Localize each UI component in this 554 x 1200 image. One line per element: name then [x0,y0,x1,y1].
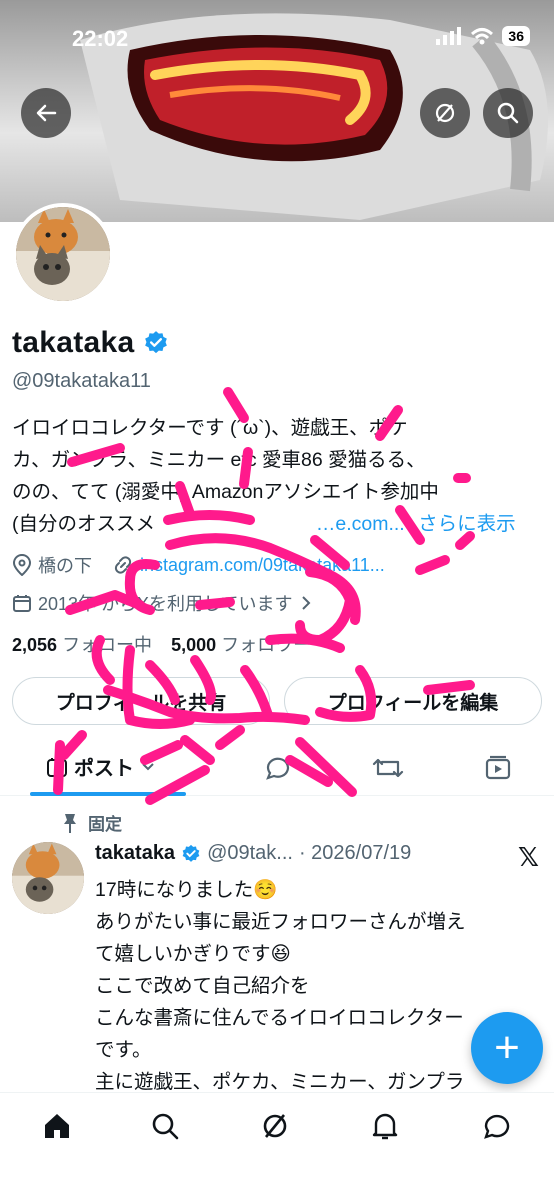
pin-icon [64,813,76,833]
notifications-icon[interactable] [370,1111,400,1141]
edit-profile-button[interactable]: プロフィールを編集 [284,677,542,725]
chevron-down-icon [142,762,154,770]
show-more-link[interactable]: さらに表示 [418,513,516,535]
cat-photo [12,842,84,914]
followers-link[interactable]: 5,000 フォロワー [171,635,311,655]
follow-counts: 2,056 フォロー中 5,000 フォロワー [12,631,311,657]
profile-name-row: takataka [12,326,169,360]
status-bar: 22:02 36 [0,22,554,52]
profile-website[interactable]: instagram.com/09takataka11... [140,555,385,576]
profile-tabs: ポスト [0,738,554,796]
cat-photo [16,207,110,301]
post-line: 17時になりました☺️ [95,879,278,901]
profile-joined: 2013年 からXを利用しています [38,594,293,614]
cellular-icon [436,27,462,45]
profile-meta-row: 橋の下 instagram.com/09takataka11... [12,552,385,578]
back-arrow-icon [36,104,57,122]
battery-indicator: 36 [502,26,530,46]
search-button[interactable] [483,88,533,138]
post-line: て嬉しいかぎりです😆 [95,943,291,965]
post-line: ここで改めて自己紹介を [95,975,310,997]
profile-bio: イロイロコレクターです (´ω`)、遊戯王、ポケ カ、ガンプラ、ミニカー etc… [12,412,542,540]
profile-joined-row: 2013年 からXを利用しています [12,590,313,616]
following-count: 2,056 [12,635,58,655]
pinned-label: 固定 [88,815,122,834]
grok-icon [435,103,455,123]
compose-button[interactable]: + [471,1012,543,1084]
share-profile-button[interactable]: プロフィールを共有 [12,677,270,725]
post-text[interactable]: 17時になりました☺️ ありがたい事に最近フォロワーさんが増え て嬉しいかぎりで… [95,874,535,1098]
grok-icon[interactable] [260,1111,290,1141]
active-tab-indicator [30,792,186,796]
post-line: です。 [95,1039,152,1061]
bio-line: イロイロコレクターです (´ω`)、遊戯王、ポケ [12,417,408,439]
following-link[interactable]: 2,056 フォロー中 [12,635,152,655]
bio-line: (自分のオススメ …e.com... さらに表示 [12,508,542,540]
post-header: takataka @09tak... · 2026/07/19 [95,842,411,865]
bio-line: カ、ガンプラ、ミニカー etc 愛車86 愛猫るる、 [12,449,426,471]
posts-icon [47,757,67,777]
chevron-right-icon [301,596,310,610]
profile-location: 橋の下 [38,556,92,576]
tab-posts-label: ポスト [74,758,134,780]
messages-icon[interactable] [482,1111,512,1141]
bio-text: (自分のオススメ [12,513,155,535]
status-time: 22:02 [72,26,129,51]
post-line: ありがたい事に最近フォロワーさんが増え [95,911,466,933]
followers-label: フォロワー [221,635,312,655]
search-icon[interactable] [150,1111,180,1141]
following-label: フォロー中 [62,635,153,655]
wifi-icon [471,28,494,45]
bio-line: のの、てて (溺愛中) Amazonアソシエイト参加中 [12,481,439,503]
followers-count: 5,000 [171,635,217,655]
post-avatar[interactable] [12,842,84,914]
calendar-icon [13,595,31,612]
post-author-name[interactable]: takataka [95,842,175,865]
profile-name: takataka [12,326,135,359]
grok-button[interactable] [420,88,470,138]
media-icon[interactable] [484,754,512,782]
profile-handle: @09takataka11 [12,370,151,392]
back-button[interactable] [21,88,71,138]
home-icon[interactable] [42,1111,72,1141]
location-pin-icon [12,554,32,576]
repost-icon[interactable] [372,754,404,782]
bio-link[interactable]: …e.com... [316,513,405,535]
verified-badge-icon[interactable] [143,330,169,356]
x-logo-icon: 𝕏 [518,842,539,872]
bottom-navigation [0,1092,554,1200]
replies-icon[interactable] [264,754,292,782]
verified-badge-icon [182,844,200,862]
post-line: こんな書斎に住んでるイロイロコレクター [95,1007,464,1029]
tab-posts[interactable]: ポスト [46,752,156,781]
profile-banner[interactable]: 22:02 36 [0,0,554,222]
search-icon [497,102,519,124]
profile-avatar[interactable] [12,203,114,305]
pinned-indicator: 固定 [62,810,122,835]
link-icon [114,556,132,574]
post-author-handle: @09tak... [207,842,293,864]
post-date: · 2026/07/19 [298,842,412,864]
